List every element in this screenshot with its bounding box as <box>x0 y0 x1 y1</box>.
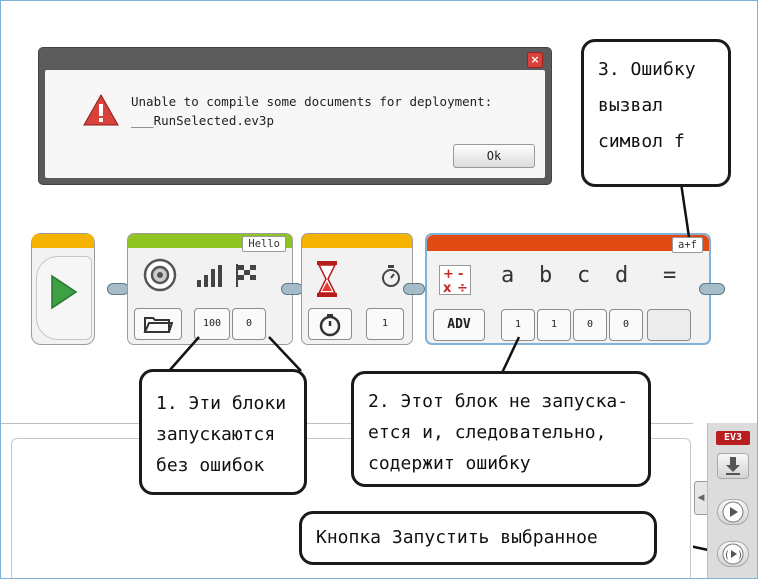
callout-3-line3: символ f <box>598 131 685 152</box>
callout-1-line2: запускаются <box>156 424 276 445</box>
callout-1-line1: 1. Эти блоки <box>156 393 287 414</box>
download-icon <box>726 457 740 475</box>
callout-4-text: Кнопка Запустить выбранное <box>316 527 598 548</box>
collapse-handle-icon[interactable]: ◀ <box>694 481 708 515</box>
callout-2-line3: содержит ошибку <box>368 453 531 474</box>
download-button[interactable] <box>717 453 749 479</box>
svg-text:(: ( <box>725 550 729 561</box>
callout-1-line3: без ошибок <box>156 455 265 476</box>
callout-2-line2: ется и, следовательно, <box>368 422 607 443</box>
callout-4: Кнопка Запустить выбранное <box>299 511 657 565</box>
callout-3-line1: 3. Ошибку <box>598 59 696 80</box>
callout-2: 2. Этот блок не запуска- ется и, следова… <box>351 371 651 487</box>
callout-3-line2: вызвал <box>598 95 664 116</box>
run-button[interactable] <box>717 499 749 525</box>
run-selected-button[interactable]: ( ) <box>717 541 749 567</box>
callout-2-line1: 2. Этот блок не запуска- <box>368 391 629 412</box>
svg-text:): ) <box>738 550 742 561</box>
run-selected-icon: ( ) <box>722 543 744 565</box>
play-icon <box>722 501 744 523</box>
ev3-hardware-panel: EV3 ( ) <box>707 423 757 578</box>
ev3-logo: EV3 <box>716 431 750 445</box>
app-frame: × Unable to compile some documents for d… <box>0 0 758 579</box>
callout-3: 3. Ошибку вызвал символ f <box>581 39 731 187</box>
callout-1: 1. Эти блоки запускаются без ошибок <box>139 369 307 495</box>
